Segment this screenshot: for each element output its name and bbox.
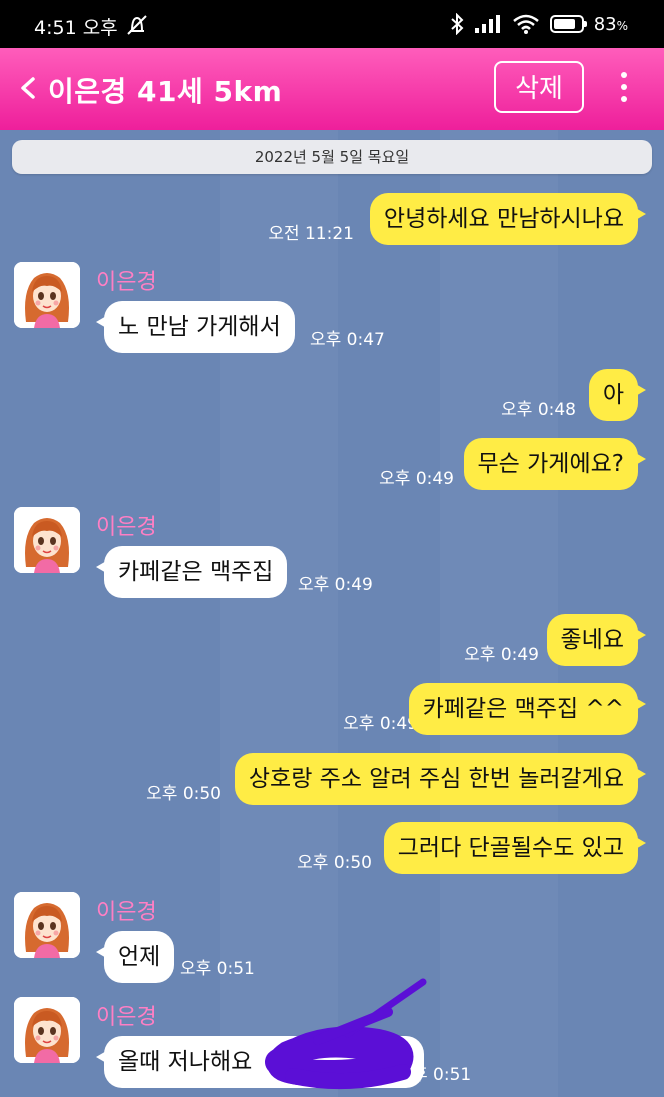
date-divider: 2022년 5월 5일 목요일	[12, 140, 652, 174]
my-message-bubble[interactable]: 좋네요	[546, 614, 647, 666]
my-message-bubble[interactable]: 그러다 단골될수도 있고	[383, 822, 647, 874]
back-chevron-icon[interactable]	[18, 70, 48, 106]
mute-icon	[124, 14, 150, 40]
sender-name: 이은경	[96, 270, 157, 295]
their-message-bubble[interactable]: 노 만남 가게해서	[96, 301, 295, 353]
message-time: 오후 0:50	[146, 784, 221, 804]
my-message-bubble[interactable]: 아	[588, 369, 647, 421]
redaction-scribble	[265, 978, 427, 1090]
battery-unit: %	[616, 18, 628, 33]
status-icons: 83%	[450, 13, 628, 35]
message-time: 오후 0:48	[501, 400, 576, 420]
avatar-icon[interactable]	[14, 892, 80, 958]
chat-header: 이은경 41세 5km 삭제	[0, 48, 664, 130]
avatar-icon[interactable]	[14, 262, 80, 328]
bluetooth-icon	[451, 13, 464, 35]
message-time: 오전 11:21	[268, 224, 354, 244]
battery-percent: 83%	[594, 14, 628, 35]
message-time: 오후 0:49	[343, 714, 418, 734]
my-message-bubble[interactable]: 카페같은 맥주집 ^^	[408, 683, 647, 735]
delete-button[interactable]: 삭제	[494, 61, 584, 113]
my-message-bubble[interactable]: 상호랑 주소 알려 주심 한번 놀러갈게요	[234, 753, 647, 805]
avatar-icon[interactable]	[14, 507, 80, 573]
their-message-bubble[interactable]: 카페같은 맥주집	[95, 546, 288, 598]
wifi-icon	[512, 14, 539, 34]
signal-icon	[474, 15, 500, 33]
status-bar: 4:51 오후 83%	[0, 0, 664, 48]
message-time: 오후 0:51	[180, 959, 255, 979]
status-time: 4:51 오후	[34, 17, 118, 39]
message-time: 오후 0:49	[298, 575, 373, 595]
message-time: 오후 0:49	[379, 469, 454, 489]
chat-title: 이은경 41세 5km	[48, 75, 283, 108]
sender-name: 이은경	[96, 900, 157, 925]
message-time: 오후 0:50	[297, 853, 372, 873]
avatar-icon[interactable]	[14, 997, 80, 1063]
battery-icon	[549, 15, 587, 33]
my-message-bubble[interactable]: 안녕하세요 만남하시나요	[369, 193, 647, 245]
their-message-bubble[interactable]: 언제	[95, 931, 175, 983]
message-time: 오후 0:47	[310, 330, 385, 350]
battery-value: 83	[593, 13, 617, 35]
my-message-bubble[interactable]: 무슨 가게에요?	[463, 438, 647, 490]
sender-name: 이은경	[96, 515, 157, 540]
sender-name: 이은경	[96, 1005, 157, 1030]
message-time: 오후 0:49	[464, 645, 539, 665]
more-vertical-icon[interactable]	[612, 72, 636, 106]
